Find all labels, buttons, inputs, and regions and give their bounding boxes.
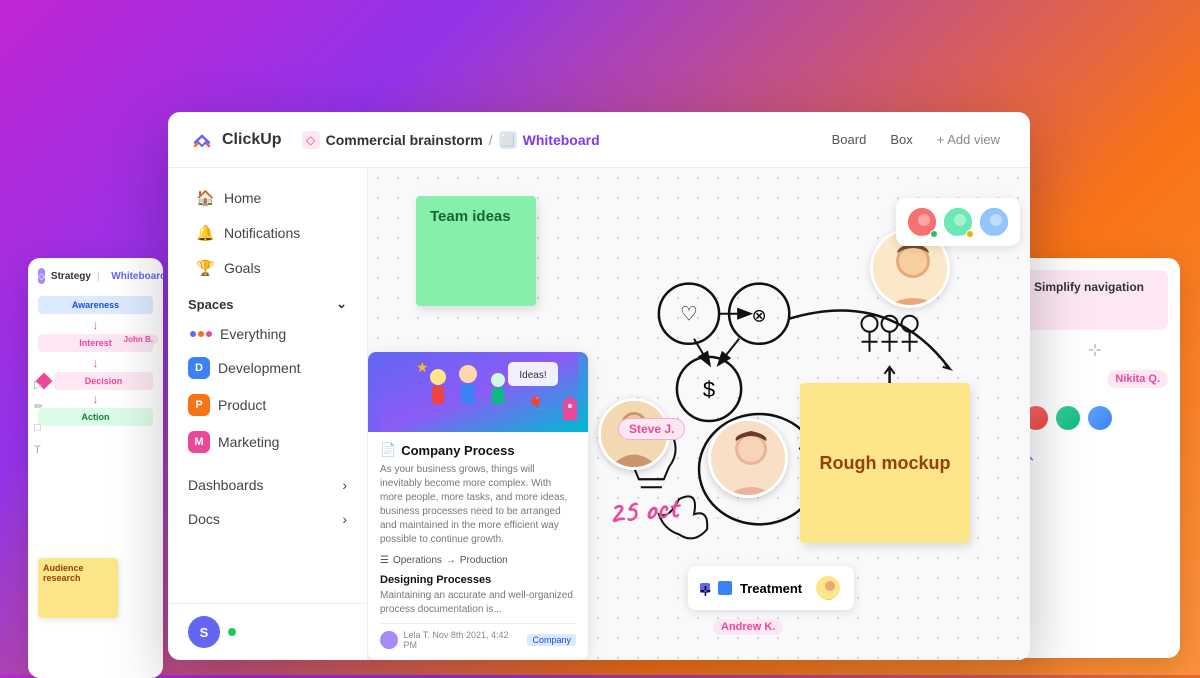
date-label: 25 oct: [606, 486, 679, 533]
move-icon[interactable]: ⊹: [1022, 340, 1168, 360]
space-everything[interactable]: Everything: [168, 319, 367, 349]
card-tag: Company: [527, 634, 576, 646]
user-avatar[interactable]: S: [188, 616, 220, 648]
simplify-nav-sticky: Simplify navigation: [1022, 270, 1168, 330]
view-icon: ⬜: [499, 131, 517, 149]
audience-research-sticky: Audience research: [38, 558, 118, 618]
bell-icon: 🔔: [196, 224, 214, 242]
sidebar-bottom: Dashboards › Docs ›: [168, 468, 367, 536]
team-ideas-sticky[interactable]: Team ideas: [416, 196, 536, 306]
logo[interactable]: ClickUp: [188, 126, 282, 154]
card-sub-title: Designing Processes: [380, 574, 576, 586]
online-dot: [930, 230, 938, 238]
strategy-tab[interactable]: Strategy: [51, 271, 91, 282]
chevron-right-icon-docs: ›: [342, 511, 347, 527]
add-view-btn[interactable]: + Add view: [927, 127, 1010, 152]
away-dot: [966, 230, 974, 238]
chevron-icon: ⌄: [336, 296, 347, 312]
awareness-node: Awareness: [38, 296, 153, 314]
svg-text:⊗: ⊗: [752, 306, 767, 326]
card-image: Ideas! ★ 🎈: [368, 352, 588, 432]
tool-pen[interactable]: ✏: [34, 400, 48, 414]
online-status: [228, 628, 236, 636]
right-panel: Simplify navigation ⊹ Nikita Q. ↖: [1010, 258, 1180, 658]
space-product[interactable]: P Product: [168, 387, 367, 423]
rough-mockup-sticky[interactable]: Rough mockup: [800, 383, 970, 543]
action-node: Action: [38, 408, 153, 426]
card-footer-meta: Lela T. Nov 8th 2021, 4:42 PM: [404, 630, 522, 650]
board-view-btn[interactable]: Board: [822, 127, 877, 152]
space-marketing[interactable]: M Marketing: [168, 424, 367, 460]
tool-shape[interactable]: □: [34, 422, 48, 436]
whiteboard-tab-left[interactable]: Whiteboard: [111, 271, 163, 282]
steve-tag: Steve J.: [618, 418, 685, 440]
svg-text:★: ★: [416, 359, 429, 375]
svg-text:🎈: 🎈: [528, 395, 543, 410]
whiteboard-canvas[interactable]: ♡ ⊗ $: [368, 168, 1030, 660]
body: 🏠 Home 🔔 Notifications 🏆 Goals Spaces ⌄: [168, 168, 1030, 660]
strategy-card: ◇ Strategy | Whiteboard Awareness ↓ Inte…: [28, 258, 163, 678]
goals-icon: 🏆: [196, 259, 214, 277]
main-window: ClickUp ◇ Commercial brainstorm / ⬜ Whit…: [168, 112, 1030, 660]
box-view-btn[interactable]: Box: [880, 127, 922, 152]
breadcrumb: ◇ Commercial brainstorm / ⬜ Whiteboard: [302, 131, 814, 149]
cursor-icon: ↖: [1022, 446, 1168, 466]
sidebar-dashboards[interactable]: Dashboards ›: [168, 468, 367, 502]
sidebar-item-notifications[interactable]: 🔔 Notifications: [176, 216, 359, 250]
card-flow: ☰ Operations → Production: [380, 555, 576, 566]
company-process-card[interactable]: Ideas! ★ 🎈 📄 Company Process As your bus…: [368, 352, 588, 660]
sidebar-item-home[interactable]: 🏠 Home: [176, 181, 359, 215]
svg-text:Ideas!: Ideas!: [519, 370, 546, 381]
space-icon: ◇: [302, 131, 320, 149]
tool-cursor[interactable]: ▷: [34, 378, 48, 392]
decision-node: Decision: [54, 372, 153, 390]
person-woman-photo: [708, 418, 788, 498]
sidebar-docs[interactable]: Docs ›: [168, 502, 367, 536]
nikita-label: Nikita Q.: [1107, 370, 1168, 388]
treatment-avatar: [814, 574, 842, 602]
sidebar-item-goals[interactable]: 🏆 Goals: [176, 251, 359, 285]
space-development[interactable]: D Development: [168, 350, 367, 386]
chevron-right-icon: ›: [342, 477, 347, 493]
card-footer: Lela T. Nov 8th 2021, 4:42 PM Company: [380, 623, 576, 650]
john-label: John B.: [119, 334, 158, 345]
spaces-header[interactable]: Spaces ⌄: [168, 286, 367, 318]
active-view-name[interactable]: Whiteboard: [523, 132, 600, 148]
app-name: ClickUp: [222, 131, 282, 149]
tool-text[interactable]: T: [34, 444, 48, 458]
svg-text:♡: ♡: [680, 304, 698, 326]
avatar-cluster: [896, 198, 1020, 246]
card-author-avatar: [380, 631, 398, 649]
space-name[interactable]: Commercial brainstorm: [326, 132, 483, 148]
price-tag: [563, 396, 577, 420]
view-switcher: Board Box + Add view: [822, 127, 1010, 152]
card-body: 📄 Company Process As your business grows…: [368, 432, 588, 660]
home-icon: 🏠: [196, 189, 214, 207]
everything-icon: [190, 331, 212, 337]
card-sub-text: Maintaining an accurate and well-organiz…: [380, 589, 576, 617]
treatment-icon: [718, 581, 732, 595]
dev-badge: D: [188, 357, 210, 379]
prod-badge: P: [188, 394, 210, 416]
andrew-tag: Andrew K.: [713, 619, 783, 635]
sidebar-footer: S: [168, 603, 368, 660]
card-body-text: As your business grows, things will inev…: [380, 463, 576, 547]
treatment-card[interactable]: ⊹ Treatment: [688, 566, 854, 610]
mkt-badge: M: [188, 431, 210, 453]
sidebar: 🏠 Home 🔔 Notifications 🏆 Goals Spaces ⌄: [168, 168, 368, 660]
header: ClickUp ◇ Commercial brainstorm / ⬜ Whit…: [168, 112, 1030, 168]
card-title: 📄 Company Process: [380, 442, 576, 458]
svg-text:$: $: [703, 377, 715, 402]
move-icon-small: ⊹: [700, 583, 710, 593]
